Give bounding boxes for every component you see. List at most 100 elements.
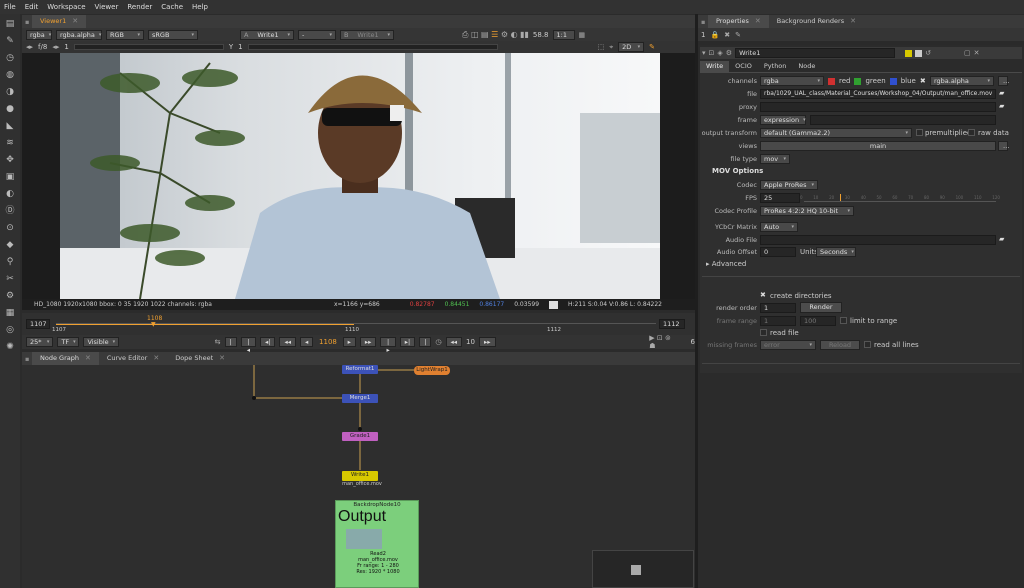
frame-range-end[interactable]: 100 [800, 316, 836, 326]
frame-field[interactable]: 1 [64, 43, 68, 51]
particles-icon[interactable]: ⊙ [4, 222, 17, 234]
tab-dope-sheet[interactable]: Dope Sheet ✕ [167, 352, 233, 365]
channels-dropdown[interactable]: rgba ▾ [26, 29, 52, 40]
float-icon[interactable]: ✖ [724, 31, 730, 39]
premultiplied-checkbox[interactable] [916, 129, 923, 136]
file-browse-icon[interactable]: ▰ [999, 89, 1004, 97]
close-icon[interactable]: ✕ [153, 352, 159, 365]
menu-viewer[interactable]: Viewer [95, 3, 119, 11]
help-icon[interactable]: ⊡ [709, 49, 715, 57]
limit-range-checkbox[interactable] [840, 317, 847, 324]
render-order-field[interactable]: 1 [760, 303, 796, 313]
cache-icons[interactable]: ▶ ⊡ ⊚ ☗ [649, 334, 678, 350]
tab-viewer1[interactable]: Viewer1 ✕ [32, 15, 87, 28]
gain-arrows-icon[interactable]: ◂▸ [52, 43, 59, 51]
alpha-dropdown[interactable]: rgba.alpha ▾ [56, 29, 102, 40]
transform-icon[interactable]: ✥ [4, 154, 17, 166]
subtab-node[interactable]: Node [792, 61, 821, 72]
gamma-slider[interactable] [247, 44, 498, 50]
views-extra-button[interactable]: … [998, 141, 1010, 151]
node-name-field[interactable]: Write1 [735, 48, 896, 58]
viewer-toolbar-icons[interactable]: ⎙ ◫ ▤ ☰ ⚙ ◐ ▮▮ [462, 30, 529, 40]
wipe-dropdown[interactable]: - ▾ [298, 29, 336, 40]
close-icon[interactable]: ✕ [72, 15, 78, 28]
keyer-icon[interactable]: ◣ [4, 120, 17, 132]
settings-icon[interactable]: ⚙ [726, 49, 732, 57]
codec-profile-dropdown[interactable]: ProRes 4:2:2 HQ 10-bit ▾ [760, 206, 854, 216]
timeline-zoom-dropdown[interactable]: 25* ▾ [26, 337, 54, 347]
lock-icon[interactable]: 🔒 [710, 31, 719, 39]
render-button[interactable]: Render [800, 302, 842, 313]
ycbcr-dropdown[interactable]: Auto ▾ [760, 222, 798, 232]
properties-count[interactable]: 1 [701, 31, 705, 39]
read-file-checkbox[interactable] [760, 329, 767, 336]
filter-icon[interactable]: ● [4, 103, 17, 115]
node-color-swatch[interactable] [905, 49, 913, 57]
playhead-marker[interactable]: ▼ [151, 321, 156, 328]
file-type-dropdown[interactable]: mov ▾ [760, 154, 790, 164]
node-color-swatch2[interactable] [915, 49, 923, 57]
channel-icon[interactable]: ◍ [4, 69, 17, 81]
draw-icon[interactable]: ✎ [4, 35, 17, 47]
toolsets-icon[interactable]: ◆ [4, 239, 17, 251]
viewer-canvas[interactable] [22, 53, 695, 299]
frame-mode-dropdown[interactable]: expression ▾ [760, 115, 806, 125]
create-dirs-checkbox[interactable]: ✖ [760, 291, 766, 299]
input-a-dropdown[interactable]: A Write1 ▾ [240, 29, 294, 40]
edit-icon[interactable]: ✎ [735, 31, 741, 39]
timeline-end[interactable]: 1112 [659, 319, 685, 329]
y-value[interactable]: 1 [238, 43, 242, 51]
grade-node[interactable]: Grade1 [342, 432, 378, 441]
prev-button[interactable]: ◂| [260, 337, 276, 347]
current-frame-field[interactable]: 1108 [317, 338, 338, 346]
write-node[interactable]: Write1 [342, 471, 378, 481]
close-icon[interactable]: ✕ [755, 15, 761, 28]
subtab-python[interactable]: Python [758, 61, 793, 72]
tab-curve-editor[interactable]: Curve Editor ✕ [99, 352, 167, 365]
loop-icon[interactable]: ◷ [435, 338, 441, 346]
fwd-inc-button[interactable]: ▸▸ [359, 337, 377, 347]
viewer-options-icon[interactable]: ▦ [579, 31, 586, 39]
flipbook-icon[interactable]: ⇆ [215, 338, 221, 346]
menu-file[interactable]: File [4, 3, 16, 11]
output-transform-dropdown[interactable]: default (Gamma2.2) ▾ [760, 128, 912, 138]
fps-field[interactable]: 25 [760, 193, 800, 203]
frame-range-start[interactable]: 1 [760, 316, 796, 326]
tab-properties[interactable]: Properties ✕ [708, 15, 769, 28]
tab-node-graph[interactable]: Node Graph ✕ [32, 352, 99, 365]
fstop-arrows-icon[interactable]: ◂▸ [26, 43, 33, 51]
next-button[interactable]: |▸ [380, 337, 396, 354]
float-panel-icon[interactable]: ▢ [964, 49, 971, 57]
gain-slider[interactable] [73, 44, 224, 50]
lut-dropdown[interactable]: sRGB ▾ [148, 29, 198, 40]
properties-pane-menu-icon[interactable]: ▪ [698, 18, 708, 26]
layers-icon[interactable]: ▦ [4, 307, 17, 319]
first-frame-button[interactable]: | [224, 337, 237, 347]
timeline[interactable]: 1107 1108 ▼ 1107 1110 1112 1112 [22, 313, 695, 335]
missing-frames-dropdown[interactable]: error ▾ [760, 340, 816, 350]
graph-pane-menu-icon[interactable]: ▪ [22, 355, 32, 363]
menu-help[interactable]: Help [192, 3, 208, 11]
next-key-button[interactable]: ▸| [399, 337, 416, 347]
proxy-field[interactable] [760, 102, 996, 112]
read-node-info[interactable]: Read2 man_office.mov Fr range: 1 - 280 R… [336, 551, 420, 575]
reformat-node[interactable]: Reformat1 [342, 365, 378, 374]
raw-data-checkbox[interactable] [968, 129, 975, 136]
node-graph-canvas[interactable]: Reformat1 LightWrap1 Merge1 Grade1 Write… [22, 365, 695, 588]
merge-icon[interactable]: ≋ [4, 137, 17, 149]
play-back-button[interactable]: ◂ [300, 337, 314, 347]
pencil-icon[interactable]: ✎ [649, 43, 655, 51]
alpha-channel-dropdown[interactable]: rgba.alpha ▾ [930, 76, 994, 86]
skip-back-button[interactable]: ◂◂ [445, 337, 463, 347]
3d-icon[interactable]: ▣ [4, 171, 17, 183]
backdrop-node[interactable]: BackdropNode10 Output Read2 man_office.m… [335, 500, 419, 588]
advanced-toggle[interactable]: ▸ Advanced [706, 260, 746, 268]
crosshair-icon[interactable]: ⌖ [609, 43, 613, 52]
tf-dropdown[interactable]: TF ▾ [57, 337, 80, 347]
skip-fwd-button[interactable]: ▸▸ [478, 337, 496, 347]
pane-menu-icon[interactable]: ▪ [22, 18, 32, 26]
units-dropdown[interactable]: Seconds ▾ [816, 247, 856, 257]
bookmark-icon[interactable]: ◈ [717, 49, 722, 57]
audio-offset-field[interactable]: 0 [760, 247, 796, 257]
menu-render[interactable]: Render [127, 3, 152, 11]
